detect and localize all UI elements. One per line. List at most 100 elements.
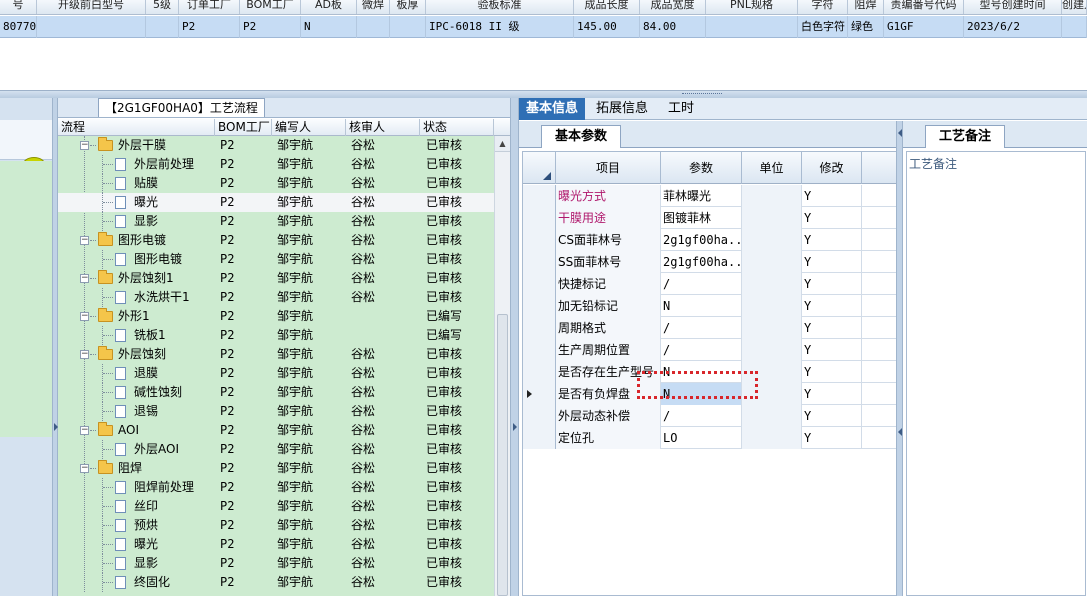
tree-step-row[interactable]: 曝光 P2 邹宇航 谷松 已审核 (58, 535, 494, 554)
tree-step-row[interactable]: 退膜 P2 邹宇航 谷松 已审核 (58, 364, 494, 383)
top-cell[interactable] (706, 16, 798, 38)
tree-step-row[interactable]: 显影 P2 邹宇航 谷松 已审核 (58, 554, 494, 573)
tree-step-row[interactable]: 外层前处理 P2 邹宇航 谷松 已审核 (58, 155, 494, 174)
tree-group-row[interactable]: − 外层干膜 P2 邹宇航 谷松 已审核 (58, 136, 494, 155)
tree-group-row[interactable]: − 图形电镀 P2 邹宇航 谷松 已审核 (58, 231, 494, 250)
tree-step-row[interactable]: 丝印 P2 邹宇航 谷松 已审核 (58, 497, 494, 516)
collapse-toggle-icon[interactable]: − (80, 274, 89, 283)
tree-step-row[interactable]: 预烘 P2 邹宇航 谷松 已审核 (58, 516, 494, 535)
tree-step-row[interactable]: 退锡 P2 邹宇航 谷松 已审核 (58, 402, 494, 421)
row-indicator[interactable] (523, 273, 556, 295)
col-status[interactable]: 状态 (420, 119, 494, 136)
param-cell-param[interactable]: 菲林曝光 (661, 185, 742, 207)
tab-process-notes[interactable]: 工艺备注 (925, 125, 1005, 148)
right-splitter[interactable] (896, 121, 903, 596)
tree-group-row[interactable]: − 阻焊 P2 邹宇航 谷松 已审核 (58, 459, 494, 478)
tree-step-row[interactable]: 水洗烘干1 P2 邹宇航 谷松 已审核 (58, 288, 494, 307)
param-row[interactable]: 外层动态补偿 / Y (523, 405, 897, 427)
top-cell[interactable]: 2023/6/2 (964, 16, 1062, 38)
param-row[interactable]: 干膜用途 图镀菲林 Y (523, 207, 897, 229)
param-cell-param[interactable]: 2g1gf00ha... (661, 229, 742, 251)
top-col-header[interactable]: 验板标准 (426, 0, 574, 14)
row-indicator[interactable] (523, 295, 556, 317)
row-indicator[interactable] (523, 207, 556, 229)
param-cell-param[interactable]: N (661, 361, 742, 383)
param-row[interactable]: 生产周期位置 / Y (523, 339, 897, 361)
top-cell[interactable] (146, 16, 179, 38)
scrollbar-thumb[interactable] (497, 314, 508, 596)
col-item[interactable]: 项目 (556, 152, 661, 184)
tree-step-row[interactable]: 碱性蚀刻 P2 邹宇航 谷松 已审核 (58, 383, 494, 402)
top-col-header[interactable]: 成品宽度 (640, 0, 706, 14)
col-param[interactable]: 参数 (661, 152, 742, 184)
top-col-header[interactable]: 成品长度 (574, 0, 640, 14)
top-cell[interactable]: 绿色 (848, 16, 884, 38)
top-cell[interactable]: 145.00 (574, 16, 640, 38)
top-col-header[interactable]: AD板 (301, 0, 357, 14)
top-cell[interactable] (357, 16, 390, 38)
top-col-header[interactable]: 5级 (146, 0, 179, 14)
top-cell[interactable]: 84.00 (640, 16, 706, 38)
col-unit[interactable]: 单位 (742, 152, 802, 184)
top-col-header[interactable]: 微焊 (357, 0, 390, 14)
row-indicator[interactable] (523, 185, 556, 207)
tree-step-row[interactable]: 曝光 P2 邹宇航 谷松 已审核 (58, 193, 494, 212)
param-cell-param[interactable]: 2g1gf00ha... (661, 251, 742, 273)
top-col-header[interactable]: 型号创建时间 (964, 0, 1062, 14)
param-cell-param[interactable]: N (661, 295, 742, 317)
top-cell[interactable]: P2 (240, 16, 301, 38)
param-row[interactable]: CS面菲林号 2g1gf00ha... Y (523, 229, 897, 251)
top-cell[interactable]: G1GF (884, 16, 964, 38)
top-col-header[interactable]: 创建人 (1062, 0, 1087, 14)
middle-splitter[interactable] (510, 98, 519, 596)
top-cell[interactable]: P2 (179, 16, 240, 38)
collapse-toggle-icon[interactable]: − (80, 236, 89, 245)
top-col-header[interactable]: 责编番号代码 (884, 0, 964, 14)
top-col-header[interactable]: BOM工厂 (240, 0, 301, 14)
tab-work-hours[interactable]: 工时 (661, 98, 701, 120)
row-indicator[interactable] (523, 427, 556, 449)
col-writer[interactable]: 编写人 (272, 119, 346, 136)
tree-step-row[interactable]: 显影 P2 邹宇航 谷松 已审核 (58, 212, 494, 231)
param-cell-param[interactable]: / (661, 405, 742, 427)
col-flow[interactable]: 流程 (58, 119, 215, 136)
top-col-header[interactable]: 订单工厂 (179, 0, 240, 14)
collapse-arrow-icon[interactable] (898, 129, 902, 137)
collapse-toggle-icon[interactable]: − (80, 350, 89, 359)
param-row[interactable]: 曝光方式 菲林曝光 Y (523, 185, 897, 207)
param-row[interactable]: 快捷标记 / Y (523, 273, 897, 295)
top-cell[interactable]: 白色字符 (798, 16, 848, 38)
tab-basic-info[interactable]: 基本信息 (519, 98, 586, 120)
top-col-header[interactable]: 阻焊 (848, 0, 884, 14)
collapse-toggle-icon[interactable]: − (80, 141, 89, 150)
param-cell-param[interactable]: / (661, 317, 742, 339)
top-cell[interactable]: IPC-6018 II 级 (426, 16, 574, 38)
row-indicator[interactable] (523, 229, 556, 251)
col-reviewer[interactable]: 核审人 (346, 119, 420, 136)
param-cell-param[interactable]: 图镀菲林 (661, 207, 742, 229)
tree-step-row[interactable]: 铣板1 P2 邹宇航 已编写 (58, 326, 494, 345)
grid-corner[interactable] (523, 152, 556, 184)
top-cell[interactable] (37, 16, 146, 38)
tree-scrollbar[interactable]: ▲ (494, 136, 510, 596)
collapse-arrow-icon[interactable] (513, 423, 517, 431)
tree-group-row[interactable]: − 外层蚀刻 P2 邹宇航 谷松 已审核 (58, 345, 494, 364)
tree-step-row[interactable]: 贴膜 P2 邹宇航 谷松 已审核 (58, 174, 494, 193)
row-indicator[interactable] (523, 405, 556, 427)
process-notes-box[interactable]: 工艺备注 (906, 151, 1086, 596)
top-cell[interactable] (1062, 16, 1087, 38)
splitter-grip[interactable] (682, 93, 722, 96)
param-cell-param[interactable]: / (661, 273, 742, 295)
top-col-header[interactable]: 号 (0, 0, 37, 14)
param-row[interactable]: 是否有负焊盘 N Y (523, 383, 897, 405)
tree-group-row[interactable]: − 外形1 P2 邹宇航 已编写 (58, 307, 494, 326)
param-row[interactable]: 定位孔 LO Y (523, 427, 897, 449)
subtab-basic-params[interactable]: 基本参数 (541, 125, 621, 148)
param-row[interactable]: 周期格式 / Y (523, 317, 897, 339)
row-indicator[interactable] (523, 339, 556, 361)
top-col-header[interactable]: 字符 (798, 0, 848, 14)
tree-group-row[interactable]: − AOI P2 邹宇航 谷松 已审核 (58, 421, 494, 440)
col-modify[interactable]: 修改 (802, 152, 862, 184)
tab-extended-info[interactable]: 拓展信息 (589, 98, 655, 120)
param-row[interactable]: 加无铅标记 N Y (523, 295, 897, 317)
